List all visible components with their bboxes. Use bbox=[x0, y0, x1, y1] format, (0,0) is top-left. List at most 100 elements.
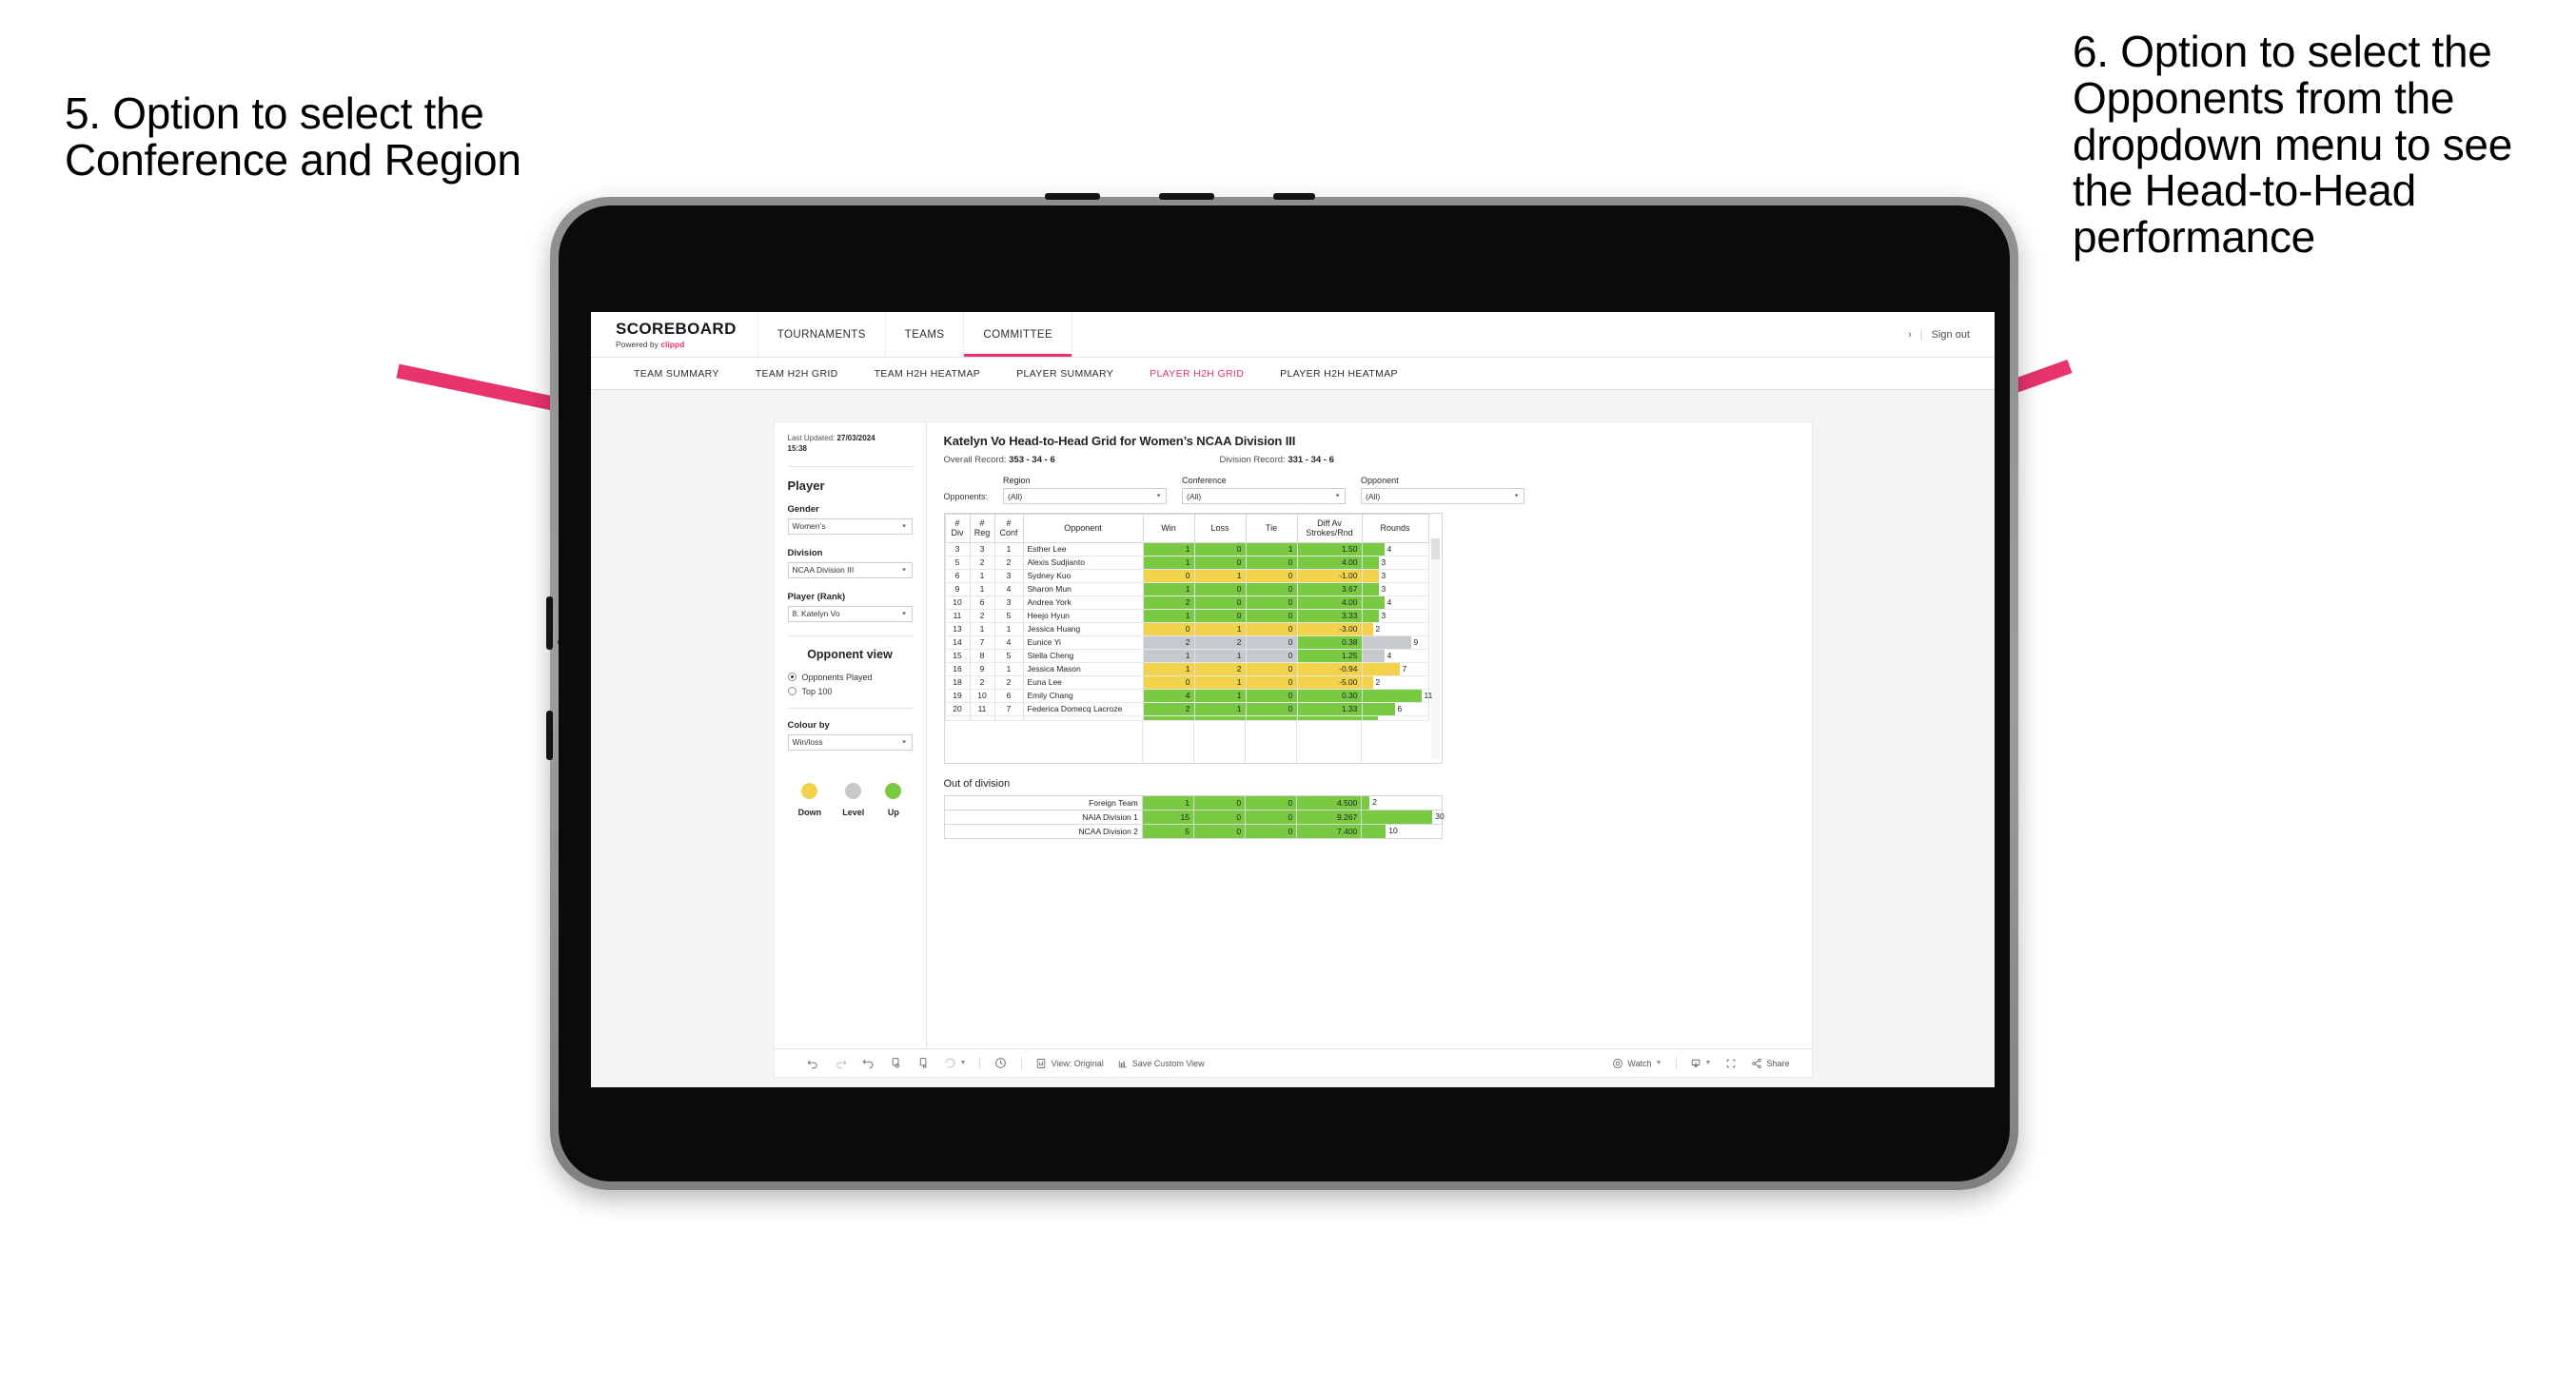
topnav-item-teams[interactable]: TEAMS bbox=[886, 312, 965, 357]
table-row[interactable]: 9 1 4 Sharon Mun 1 0 0 3.67 3 bbox=[944, 582, 1429, 596]
alerts-icon[interactable] bbox=[987, 1057, 1014, 1069]
cell-opponent: Alexis Sudjianto bbox=[1022, 556, 1144, 570]
cell-loss: 0 bbox=[1193, 609, 1247, 623]
revert-icon[interactable] bbox=[855, 1057, 882, 1069]
cell-ood-label: Foreign Team bbox=[943, 794, 1143, 810]
last-updated-label: Last Updated: bbox=[787, 434, 837, 442]
radio-opponents-played[interactable]: Opponents Played bbox=[787, 673, 913, 682]
cell-div: 18 bbox=[944, 675, 971, 690]
view-original-label: View: Original bbox=[1051, 1058, 1104, 1068]
table-row[interactable]: 20 11 7 Federica Domecq Lacroze 2 1 0 1.33 6 bbox=[944, 702, 1429, 716]
cell-div: 14 bbox=[944, 635, 971, 650]
cell-loss: 0 bbox=[1193, 595, 1247, 610]
table-row[interactable]: 3 3 1 Esther Lee 1 0 1 1.50 4 bbox=[944, 542, 1429, 556]
table-row[interactable]: 5 2 2 Alexis Sudjianto 1 0 0 4.00 3 bbox=[944, 556, 1429, 570]
cell-tie: 0 bbox=[1245, 595, 1298, 610]
refresh-data-icon[interactable] bbox=[882, 1057, 910, 1069]
cell-ood-diff: 9.267 bbox=[1296, 809, 1363, 825]
save-custom-view-button[interactable]: Save Custom View bbox=[1111, 1058, 1211, 1069]
col-tie: Tie bbox=[1245, 514, 1298, 543]
h2h-grid-scrollbar[interactable] bbox=[1430, 538, 1440, 759]
list-item[interactable]: NCAA Division 2 5 0 0 7.400 10 bbox=[943, 823, 1443, 839]
cell-opponent: Emily Chang bbox=[1022, 689, 1144, 703]
table-row[interactable]: 10 6 3 Andrea York 2 0 0 4.00 4 bbox=[944, 595, 1429, 610]
table-row[interactable]: 19 10 6 Emily Chang 4 1 0 0.30 11 bbox=[944, 689, 1432, 703]
table-row[interactable]: 16 9 1 Jessica Mason 1 2 0 -0.94 7 bbox=[944, 662, 1429, 676]
chevron-right-icon[interactable]: › bbox=[1908, 329, 1912, 341]
subnav-item-player-h2h-heatmap[interactable]: PLAYER H2H HEATMAP bbox=[1262, 368, 1416, 380]
tablet-volume-down-button bbox=[546, 711, 553, 760]
cell-ood-loss: 0 bbox=[1192, 823, 1247, 839]
watch-button[interactable]: Watch ▼ bbox=[1605, 1058, 1668, 1069]
filters-lead-label: Opponents: bbox=[943, 492, 989, 501]
cell-div: 15 bbox=[944, 649, 971, 663]
topnav-item-committee[interactable]: COMMITTEE bbox=[964, 312, 1073, 357]
subnav-item-team-summary[interactable]: TEAM SUMMARY bbox=[616, 368, 737, 380]
undo-icon[interactable] bbox=[799, 1057, 827, 1069]
table-row[interactable]: 6 1 3 Sydney Kuo 0 1 0 -1.00 3 bbox=[944, 569, 1429, 583]
cell-ood-win: 5 bbox=[1141, 823, 1194, 839]
cell-tie bbox=[1245, 715, 1298, 721]
filters-sidebar: Last Updated: 27/03/2024 15:38 Player Ge… bbox=[774, 422, 927, 1048]
table-row[interactable]: 18 2 2 Euna Lee 0 1 0 -5.00 2 bbox=[944, 675, 1429, 690]
cell-tie: 0 bbox=[1245, 609, 1298, 623]
cell-rounds: 3 bbox=[1361, 609, 1429, 623]
cell-reg: 2 bbox=[969, 675, 995, 690]
h2h-grid-scrollbar-thumb[interactable] bbox=[1430, 538, 1440, 559]
filter-gender-select[interactable]: Women’s ▼ bbox=[787, 517, 913, 535]
table-row-partial[interactable] bbox=[944, 715, 1429, 721]
share-button[interactable]: Share bbox=[1744, 1058, 1796, 1069]
filter-division: Division NCAA Division III ▼ bbox=[787, 548, 913, 578]
list-item[interactable]: NAIA Division 1 15 0 0 9.267 30 bbox=[943, 809, 1445, 825]
topnav-item-tournaments[interactable]: TOURNAMENTS bbox=[758, 312, 886, 357]
filter-colour-by: Colour by Win/loss ▼ bbox=[787, 720, 913, 751]
filter-opponent-select[interactable]: (All) ▼ bbox=[1361, 488, 1525, 504]
cell-conf: 6 bbox=[993, 689, 1024, 703]
subnav-item-team-h2h-grid[interactable]: TEAM H2H GRID bbox=[737, 368, 856, 380]
cell-rounds: 6 bbox=[1361, 702, 1429, 716]
brand-logo[interactable]: SCOREBOARD Powered by clippd bbox=[591, 312, 758, 357]
cell-loss: 0 bbox=[1193, 556, 1247, 570]
cell-loss: 0 bbox=[1193, 582, 1247, 596]
fullscreen-button[interactable] bbox=[1718, 1058, 1744, 1069]
cell-div bbox=[944, 715, 971, 721]
radio-top-100[interactable]: Top 100 bbox=[787, 687, 913, 696]
download-button[interactable]: ▼ bbox=[1683, 1058, 1719, 1069]
cell-opponent: Sydney Kuo bbox=[1022, 569, 1144, 583]
filter-conference-select[interactable]: (All) ▼ bbox=[1182, 488, 1347, 504]
pause-updates-icon[interactable] bbox=[910, 1057, 937, 1069]
table-row[interactable]: 14 7 4 Eunice Yi 2 2 0 0.38 9 bbox=[944, 635, 1429, 650]
filter-conference-value: (All) bbox=[1187, 491, 1202, 501]
filter-region-select[interactable]: (All) ▼ bbox=[1003, 488, 1168, 504]
col-win: Win bbox=[1142, 514, 1195, 543]
cell-diff: 1.33 bbox=[1296, 702, 1363, 716]
cell-div: 3 bbox=[944, 542, 971, 556]
filter-player-rank-value: 8. Katelyn Vo bbox=[792, 609, 840, 619]
list-item[interactable]: Foreign Team 1 0 0 4.500 2 bbox=[943, 794, 1443, 810]
cell-diff: -0.94 bbox=[1296, 662, 1363, 676]
cell-tie: 0 bbox=[1245, 702, 1298, 716]
cell-opponent: Sharon Mun bbox=[1022, 582, 1144, 596]
redo-icon[interactable] bbox=[827, 1057, 855, 1069]
cell-ood-tie: 0 bbox=[1245, 809, 1298, 825]
view-original-button[interactable]: View: Original bbox=[1029, 1058, 1110, 1069]
table-row[interactable]: 13 1 1 Jessica Huang 0 1 0 -3.00 2 bbox=[944, 622, 1429, 636]
topnav-right-group: › | Sign out bbox=[1908, 312, 1995, 357]
cell-div: 9 bbox=[944, 582, 971, 596]
filter-division-select[interactable]: NCAA Division III ▼ bbox=[787, 561, 913, 578]
subnav-item-team-h2h-heatmap[interactable]: TEAM H2H HEATMAP bbox=[856, 368, 999, 380]
filter-player-rank-select[interactable]: 8. Katelyn Vo ▼ bbox=[787, 605, 913, 622]
annotation-left: 5. Option to select the Conference and R… bbox=[65, 88, 521, 185]
table-row[interactable]: 15 8 5 Stella Cheng 1 1 0 1.25 4 bbox=[944, 649, 1429, 663]
col-rounds: Rounds bbox=[1361, 514, 1429, 543]
chevron-down-icon: ▼ bbox=[900, 523, 908, 529]
filter-colour-by-select[interactable]: Win/loss ▼ bbox=[787, 733, 913, 751]
cell-loss: 1 bbox=[1193, 702, 1247, 716]
reset-dropdown-icon[interactable]: ▼ bbox=[937, 1057, 973, 1069]
sign-out-link[interactable]: Sign out bbox=[1932, 329, 1970, 341]
subnav-item-player-summary[interactable]: PLAYER SUMMARY bbox=[998, 368, 1131, 380]
filter-player-rank: Player (Rank) 8. Katelyn Vo ▼ bbox=[787, 592, 913, 622]
subnav-item-player-h2h-grid[interactable]: PLAYER H2H GRID bbox=[1131, 368, 1262, 380]
cell-diff: 1.25 bbox=[1296, 649, 1363, 663]
table-row[interactable]: 11 2 5 Heejo Hyun 1 0 0 3.33 3 bbox=[944, 609, 1429, 623]
